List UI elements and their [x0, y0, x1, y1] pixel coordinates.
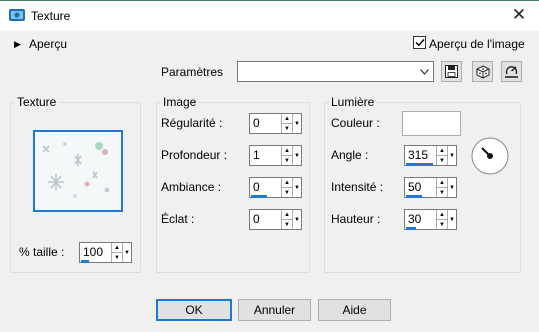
ambiance-level-bar: [251, 195, 267, 198]
angle-level-bar: [406, 163, 434, 166]
light-group-title: Lumière: [329, 95, 377, 109]
ambiance-label: Ambiance :: [161, 180, 222, 194]
depth-label: Profondeur :: [161, 148, 228, 162]
shine-stepper[interactable]: 0 ▲ ▼ ▼: [249, 209, 302, 230]
intensity-stepper[interactable]: 50 ▲ ▼ ▼: [404, 177, 457, 198]
chevron-down-icon[interactable]: ▼: [447, 146, 456, 165]
intensity-value: 50: [408, 180, 422, 194]
params-dropdown[interactable]: [237, 61, 434, 82]
regularity-stepper[interactable]: 0 ▲ ▼ ▼: [249, 113, 302, 134]
size-label: % taille :: [19, 245, 65, 259]
ambiance-value: 0: [253, 180, 260, 194]
increment-icon[interactable]: ▲: [282, 178, 292, 188]
decrement-icon[interactable]: ▼: [437, 220, 447, 229]
depth-stepper[interactable]: 1 ▲ ▼ ▼: [249, 145, 302, 166]
chevron-down-icon[interactable]: ▼: [447, 178, 456, 197]
dice-icon: [476, 64, 489, 79]
params-label: Paramètres: [161, 65, 224, 79]
angle-dial[interactable]: [470, 136, 510, 176]
decrement-icon[interactable]: ▼: [437, 188, 447, 197]
increment-icon[interactable]: ▲: [437, 178, 447, 188]
increment-icon[interactable]: ▲: [437, 210, 447, 220]
texture-group-title: Texture: [15, 95, 59, 109]
chevron-down-icon[interactable]: ▼: [122, 243, 131, 262]
height-stepper[interactable]: 30 ▲ ▼ ▼: [404, 209, 457, 230]
regularity-label: Régularité :: [161, 116, 223, 130]
light-color-swatch[interactable]: [402, 111, 461, 136]
intensity-label: Intensité :: [331, 180, 384, 194]
decrement-icon[interactable]: ▼: [112, 253, 122, 262]
reset-icon: [505, 65, 518, 78]
reset-button[interactable]: [501, 61, 522, 82]
height-label: Hauteur :: [331, 212, 381, 226]
shine-value: 0: [253, 212, 260, 226]
texture-thumbnail: [35, 132, 121, 210]
save-icon: [445, 65, 458, 78]
shine-label: Éclat :: [161, 212, 195, 226]
angle-label: Angle :: [331, 148, 369, 162]
increment-icon[interactable]: ▲: [282, 114, 292, 124]
increment-icon[interactable]: ▲: [112, 243, 122, 253]
cancel-button[interactable]: Annuler: [238, 299, 311, 321]
height-value: 30: [408, 212, 422, 226]
size-value: 100: [83, 245, 104, 259]
decrement-icon[interactable]: ▼: [437, 156, 447, 165]
chevron-down-icon[interactable]: ▼: [292, 114, 301, 133]
window-title: Texture: [31, 9, 71, 23]
ambiance-stepper[interactable]: 0 ▲ ▼ ▼: [249, 177, 302, 198]
image-group-title: Image: [161, 95, 199, 109]
angle-stepper[interactable]: 315 ▲ ▼ ▼: [404, 145, 457, 166]
close-button[interactable]: ✕: [508, 4, 530, 26]
chevron-down-icon[interactable]: ▼: [292, 178, 301, 197]
increment-icon[interactable]: ▲: [437, 146, 447, 156]
regularity-value: 0: [253, 116, 260, 130]
save-preset-button[interactable]: [441, 61, 462, 82]
preview-checkbox[interactable]: [413, 36, 426, 49]
decrement-icon[interactable]: ▼: [282, 124, 292, 133]
expand-preview-icon[interactable]: ▶: [14, 39, 21, 50]
randomize-button[interactable]: [472, 61, 493, 82]
size-stepper[interactable]: 100 ▲ ▼ ▼: [79, 242, 132, 263]
size-level-bar: [81, 260, 89, 263]
depth-value: 1: [253, 148, 260, 162]
app-icon: [9, 9, 25, 21]
decrement-icon[interactable]: ▼: [282, 156, 292, 165]
preview-section-label[interactable]: Aperçu: [29, 37, 67, 51]
chevron-down-icon[interactable]: ▼: [292, 146, 301, 165]
chevron-down-icon[interactable]: ▼: [292, 210, 301, 229]
angle-value: 315: [408, 148, 429, 162]
increment-icon[interactable]: ▲: [282, 146, 292, 156]
help-button[interactable]: Aide: [318, 299, 391, 321]
chevron-down-icon[interactable]: ▼: [447, 210, 456, 229]
intensity-level-bar: [406, 195, 422, 198]
color-label: Couleur :: [331, 116, 380, 130]
window-top-edge: [0, 0, 539, 1]
preview-checkbox-label[interactable]: Aperçu de l'image: [429, 37, 525, 51]
chevron-down-icon[interactable]: [416, 62, 433, 81]
ok-button[interactable]: OK: [156, 299, 232, 321]
increment-icon[interactable]: ▲: [282, 210, 292, 220]
checkmark-icon: [414, 38, 425, 47]
title-bar: [0, 0, 539, 31]
texture-preview[interactable]: [33, 130, 123, 212]
height-level-bar: [406, 227, 417, 230]
decrement-icon[interactable]: ▼: [282, 188, 292, 197]
decrement-icon[interactable]: ▼: [282, 220, 292, 229]
